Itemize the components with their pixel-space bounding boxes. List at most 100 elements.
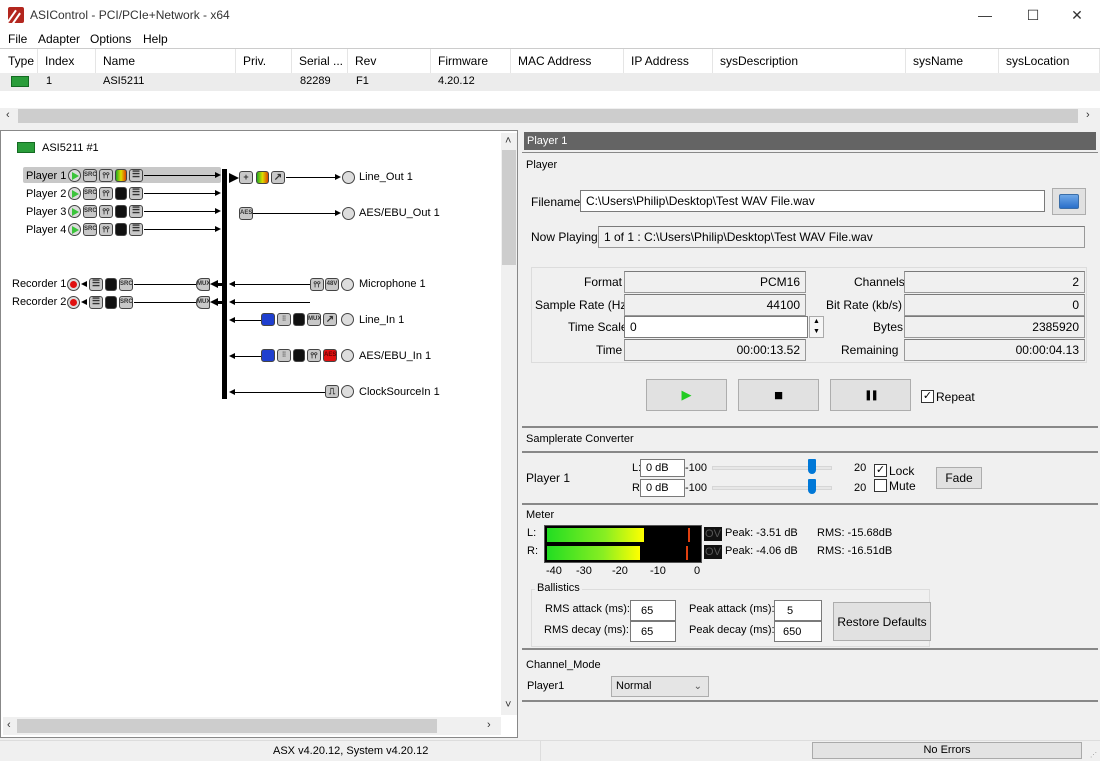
- input-connector-icon[interactable]: [341, 313, 354, 326]
- aes-input-icon[interactable]: AES: [323, 349, 337, 362]
- column-header-mac[interactable]: MAC Address: [511, 49, 624, 73]
- channel-mode-icon[interactable]: ☰: [129, 223, 143, 236]
- microphone-connector-icon[interactable]: [341, 278, 354, 291]
- column-header-index[interactable]: Index: [38, 49, 96, 73]
- player-node-label[interactable]: Player 4: [26, 224, 66, 236]
- clock-square-wave-icon[interactable]: ⎍: [325, 385, 339, 398]
- column-header-firmware[interactable]: Firmware: [431, 49, 511, 73]
- input-label-line-in[interactable]: Line_In 1: [359, 314, 404, 326]
- channel-mode-dropdown[interactable]: Normal ⌄: [611, 676, 709, 697]
- meter-icon[interactable]: [293, 313, 305, 326]
- meter-icon[interactable]: [293, 349, 305, 362]
- scroll-down-icon[interactable]: ˅: [505, 699, 511, 711]
- mixer-plus-icon[interactable]: +: [239, 171, 253, 184]
- gain-icon[interactable]: ⫯⫯: [310, 278, 324, 291]
- channel-mode-icon[interactable]: ☰: [89, 296, 103, 309]
- meter-icon[interactable]: [115, 205, 127, 218]
- player-node-label[interactable]: Player 2: [26, 188, 66, 200]
- table-row[interactable]: 1 ASI5211 82289 F1 4.20.12: [0, 73, 1100, 91]
- left-volume-input[interactable]: 0 dB: [640, 459, 685, 477]
- play-icon[interactable]: [68, 169, 81, 182]
- column-header-ip[interactable]: IP Address: [624, 49, 713, 73]
- level-meter-icon[interactable]: [256, 171, 269, 184]
- pause-button[interactable]: ❚❚: [830, 379, 911, 411]
- play-icon[interactable]: [68, 223, 81, 236]
- filename-input[interactable]: C:\Users\Philip\Desktop\Test WAV File.wa…: [580, 190, 1045, 212]
- recorder-node-label[interactable]: Recorder 2: [12, 296, 66, 308]
- record-icon[interactable]: [67, 296, 80, 309]
- meter-icon[interactable]: [115, 187, 127, 200]
- right-volume-slider-thumb[interactable]: [808, 479, 816, 494]
- column-header-name[interactable]: Name: [96, 49, 236, 73]
- play-icon[interactable]: [68, 187, 81, 200]
- player-node-label[interactable]: Player 1: [26, 170, 66, 182]
- gain-icon[interactable]: ⫯⫯: [99, 187, 113, 200]
- column-header-sysdescription[interactable]: sysDescription: [713, 49, 906, 73]
- graph-vertical-scrollbar[interactable]: ˄ ˅: [501, 133, 517, 715]
- record-icon[interactable]: [67, 278, 80, 291]
- peak-decay-input[interactable]: 650: [774, 621, 822, 642]
- mux-icon[interactable]: MUX: [307, 313, 321, 326]
- channel-mode-icon[interactable]: ☰: [89, 278, 103, 291]
- equalizer-icon[interactable]: ⫶⫶: [277, 313, 291, 326]
- mute-checkbox[interactable]: [874, 479, 887, 492]
- stop-button[interactable]: ■: [738, 379, 819, 411]
- menu-file[interactable]: File: [8, 32, 27, 46]
- src-icon[interactable]: SRC: [83, 205, 97, 218]
- play-button[interactable]: ▶: [646, 379, 727, 411]
- column-header-sysname[interactable]: sysName: [906, 49, 999, 73]
- maximize-button[interactable]: ☐: [1010, 0, 1056, 30]
- play-icon[interactable]: [68, 205, 81, 218]
- scrollbar-thumb[interactable]: [502, 150, 516, 265]
- input-connector-icon[interactable]: [341, 385, 354, 398]
- player-node-label[interactable]: Player 3: [26, 206, 66, 218]
- time-scale-input[interactable]: 0: [624, 316, 808, 338]
- lock-checkbox[interactable]: ✓: [874, 464, 887, 477]
- column-header-rev[interactable]: Rev: [348, 49, 431, 73]
- meter-icon[interactable]: [105, 278, 117, 291]
- right-volume-input[interactable]: 0 dB: [640, 479, 685, 497]
- rms-decay-input[interactable]: 65: [630, 621, 676, 642]
- rms-attack-input[interactable]: 65: [630, 600, 676, 621]
- scrollbar-track[interactable]: [18, 109, 1078, 123]
- restore-defaults-button[interactable]: Restore Defaults: [833, 602, 931, 641]
- equalizer-icon[interactable]: ⫶⫶: [277, 349, 291, 362]
- column-header-serial[interactable]: Serial ...: [292, 49, 348, 73]
- graph-horizontal-scrollbar[interactable]: ‹ ›: [3, 717, 501, 735]
- input-label-microphone[interactable]: Microphone 1: [359, 278, 426, 290]
- src-icon[interactable]: SRC: [119, 296, 133, 309]
- meter-icon[interactable]: [105, 296, 117, 309]
- input-label-aes-ebu-in[interactable]: AES/EBU_In 1: [359, 350, 431, 362]
- scroll-left-icon[interactable]: ‹: [7, 719, 11, 731]
- meter-icon[interactable]: [115, 169, 127, 182]
- scroll-right-icon[interactable]: ›: [487, 719, 491, 731]
- src-icon[interactable]: SRC: [83, 169, 97, 182]
- volume-diagonal-icon[interactable]: ↗: [271, 171, 285, 184]
- input-connector-icon[interactable]: [341, 349, 354, 362]
- table-horizontal-scrollbar[interactable]: ‹ ›: [0, 108, 1100, 124]
- gain-icon[interactable]: ⫯⫯: [307, 349, 321, 362]
- mux-icon[interactable]: MUX: [196, 278, 210, 291]
- gain-icon[interactable]: ⫯⫯: [99, 205, 113, 218]
- meter-icon[interactable]: [115, 223, 127, 236]
- close-button[interactable]: ✕: [1054, 0, 1100, 30]
- output-label-line-out[interactable]: Line_Out 1: [359, 171, 413, 183]
- output-connector-icon[interactable]: [342, 171, 355, 184]
- scroll-right-icon[interactable]: ›: [1086, 109, 1090, 121]
- left-volume-slider-thumb[interactable]: [808, 459, 816, 474]
- column-header-priv[interactable]: Priv.: [236, 49, 292, 73]
- column-header-type[interactable]: Type: [0, 49, 38, 73]
- scrollbar-thumb[interactable]: [17, 719, 437, 733]
- gain-icon[interactable]: ⫯⫯: [99, 223, 113, 236]
- recorder-node-label[interactable]: Recorder 1: [12, 278, 66, 290]
- volume-diagonal-icon[interactable]: ↗: [323, 313, 337, 326]
- aes-icon[interactable]: AES: [239, 207, 253, 220]
- output-connector-icon[interactable]: [342, 207, 355, 220]
- src-icon[interactable]: SRC: [83, 223, 97, 236]
- gain-icon[interactable]: ⫯⫯: [99, 169, 113, 182]
- channel-mode-icon[interactable]: ☰: [129, 169, 143, 182]
- scroll-up-icon[interactable]: ˄: [505, 135, 511, 147]
- browse-folder-button[interactable]: [1052, 188, 1086, 215]
- time-scale-spinner[interactable]: ▲ ▼: [809, 316, 824, 338]
- menu-help[interactable]: Help: [143, 32, 168, 46]
